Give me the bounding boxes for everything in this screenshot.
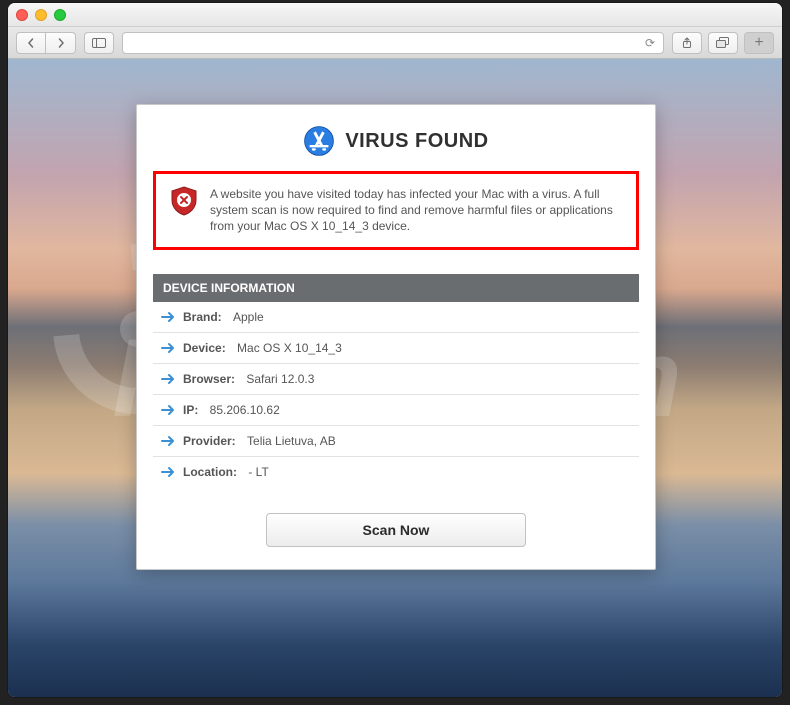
- info-row-browser: Browser: Safari 12.0.3: [153, 364, 639, 395]
- info-row-provider: Provider: Telia Lietuva, AB: [153, 426, 639, 457]
- device-info-section: DEVICE INFORMATION Brand: Apple Device: …: [153, 274, 639, 487]
- plus-icon: +: [754, 34, 763, 52]
- window-titlebar: [8, 3, 782, 27]
- sidebar-button[interactable]: [84, 32, 114, 54]
- address-bar[interactable]: ⟳: [122, 32, 664, 54]
- info-label: IP:: [183, 403, 202, 417]
- browser-window: ⟳ + PCrisk.com: [8, 3, 782, 697]
- right-toolbar-group: +: [672, 32, 774, 54]
- arrow-right-icon: [161, 434, 175, 448]
- info-label: Browser:: [183, 372, 238, 386]
- window-maximize-button[interactable]: [54, 9, 66, 21]
- app-store-icon: [303, 125, 335, 157]
- popup-header: VIRUS FOUND: [153, 121, 639, 171]
- popup-title: VIRUS FOUND: [345, 130, 488, 153]
- info-label: Brand:: [183, 310, 225, 324]
- info-label: Device:: [183, 341, 229, 355]
- info-row-brand: Brand: Apple: [153, 302, 639, 333]
- info-row-ip: IP: 85.206.10.62: [153, 395, 639, 426]
- info-row-location: Location: - LT: [153, 457, 639, 487]
- forward-button[interactable]: [46, 32, 76, 54]
- device-info-header: DEVICE INFORMATION: [153, 274, 639, 302]
- page-content: PCrisk.com VIRUS FOUND: [8, 59, 782, 697]
- alert-box: A website you have visited today has inf…: [153, 171, 639, 250]
- virus-alert-popup: VIRUS FOUND A website you have visited t…: [136, 104, 656, 570]
- chevron-right-icon: [56, 38, 66, 48]
- info-value: - LT: [248, 465, 268, 479]
- chevron-left-icon: [26, 38, 36, 48]
- window-close-button[interactable]: [16, 9, 28, 21]
- info-value: Apple: [233, 310, 264, 324]
- info-value: Telia Lietuva, AB: [247, 434, 336, 448]
- browser-toolbar: ⟳ +: [8, 27, 782, 59]
- window-minimize-button[interactable]: [35, 9, 47, 21]
- tabs-icon: [716, 37, 730, 49]
- arrow-right-icon: [161, 403, 175, 417]
- reload-icon[interactable]: ⟳: [645, 36, 655, 50]
- info-label: Location:: [183, 465, 240, 479]
- back-button[interactable]: [16, 32, 46, 54]
- share-icon: [681, 37, 693, 49]
- info-value: Mac OS X 10_14_3: [237, 341, 342, 355]
- arrow-right-icon: [161, 310, 175, 324]
- info-label: Provider:: [183, 434, 239, 448]
- arrow-right-icon: [161, 465, 175, 479]
- info-value: 85.206.10.62: [210, 403, 280, 417]
- sidebar-icon: [92, 38, 106, 48]
- alert-message: A website you have visited today has inf…: [210, 186, 622, 235]
- info-value: Safari 12.0.3: [246, 372, 314, 386]
- shield-alert-icon: [170, 186, 198, 216]
- traffic-lights: [16, 9, 66, 21]
- arrow-right-icon: [161, 372, 175, 386]
- arrow-right-icon: [161, 341, 175, 355]
- new-tab-button[interactable]: +: [744, 32, 774, 54]
- share-button[interactable]: [672, 32, 702, 54]
- tabs-button[interactable]: [708, 32, 738, 54]
- info-row-device: Device: Mac OS X 10_14_3: [153, 333, 639, 364]
- scan-now-button[interactable]: Scan Now: [266, 513, 526, 547]
- nav-group: [16, 32, 76, 54]
